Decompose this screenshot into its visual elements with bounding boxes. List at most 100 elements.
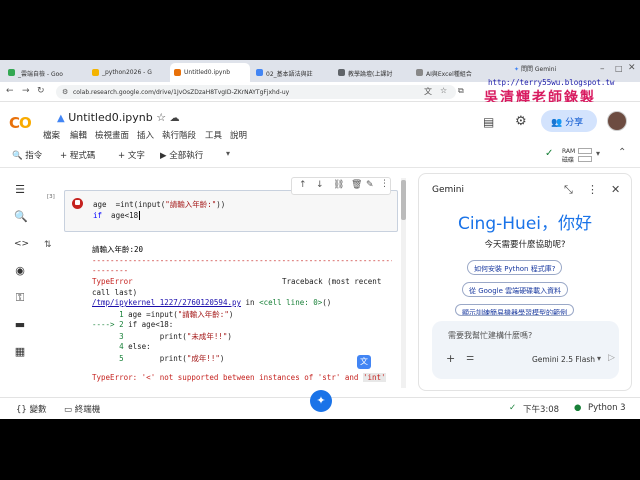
error-separator-cont: -------- [92,266,129,275]
move-down-icon[interactable]: ↓ [316,180,324,190]
kernel-dot-icon: ● [574,403,582,413]
line-number: 3 [92,332,124,341]
translate-icon[interactable]: 文 [424,86,432,97]
browser-tab[interactable]: 教學論壇(上課討 [334,63,410,82]
terminal-label: 終端機 [74,405,101,415]
avatar[interactable] [607,111,627,131]
runtime-label[interactable]: Python 3 [588,403,626,413]
menu-tools[interactable]: 工具 [205,129,222,141]
expand-icon[interactable]: ⤡ [564,183,573,197]
text-cursor [139,211,141,220]
send-icon[interactable]: ▷ [608,353,615,363]
add-code-cell-button[interactable]: + 程式碼 [60,149,95,161]
code-line-2[interactable]: if age<18 [93,211,141,220]
forward-icon[interactable]: → [22,86,30,96]
menu-edit[interactable]: 編輯 [70,129,87,141]
line-code: if age<18: [123,320,174,329]
gemini-input-placeholder: 需要我幫忙建構什麼嗎? [448,331,533,340]
traceback-location: /tmp/ipykernel_1227/2760120594.py in <ce… [92,298,331,307]
code-line-1[interactable]: age =int(input("請輸入年齡:")) [93,199,225,210]
extensions-icon[interactable]: ⧉ [458,86,464,96]
line-code: age =input( [123,310,178,319]
find-replace-icon[interactable]: 🔍 [14,211,28,223]
move-up-icon[interactable]: ↑ [299,180,307,190]
colab-logo[interactable]: CO [9,114,32,132]
line-number: 5 [92,354,124,363]
gemini-fab-button[interactable]: ✦ [310,390,332,412]
secrets-key-icon[interactable]: ⚿ [14,292,26,304]
browser-tab[interactable]: _雲端自檢 - Goo [4,63,86,82]
resource-monitor[interactable]: RAM 磁碟 [562,147,575,165]
collapse-toolbar-icon[interactable]: ⌃ [618,147,626,158]
link-icon[interactable]: ⛓ [333,180,344,190]
tools-sliders-icon[interactable]: ⚌ [466,353,474,363]
terminal-button[interactable]: ▭ 終端機 [64,403,100,415]
menu-help[interactable]: 說明 [230,129,247,141]
files-folder-icon[interactable]: ▬ [14,319,26,331]
address-bar[interactable]: ⚙ colab.research.google.com/drive/1JvOsZ… [56,85,456,99]
browser-tab[interactable]: AI與Excel種組合 [412,63,490,82]
traceback-label: Traceback (most recent [282,277,382,286]
close-panel-icon[interactable]: ✕ [611,183,620,196]
maximize-icon[interactable]: □ [615,64,623,73]
runtime-dropdown-icon[interactable]: ▾ [596,149,600,158]
run-all-label: 全部執行 [169,151,204,161]
browser-tab-active[interactable]: Untitled0.ipynb [170,63,250,82]
more-options-icon[interactable]: ⋮ [380,179,389,189]
table-of-contents-icon[interactable]: ☰ [14,184,26,196]
notebook-title[interactable]: ▲ Untitled0.ipynb ☆ ☁ [57,111,180,124]
ask-gemini-chip[interactable]: ✦ 問問 Gemini [514,64,556,73]
translate-popup-icon[interactable]: 文 [357,355,371,369]
suggestion-chip[interactable]: 顯示訓練簡易機器學習模型的範例 [455,304,574,316]
suggestion-chip[interactable]: 從 Google 雲端硬碟載入資料 [462,282,569,297]
commands-label: 指令 [25,151,43,161]
code-snippets-icon[interactable]: <> [14,238,29,250]
bookmark-star-icon[interactable]: ☆ [440,86,447,95]
final-error-text: TypeError: '<' not supported between ins… [92,373,363,382]
traceback-line: 5 print("成年!!") [92,353,224,364]
colab-icon [174,69,181,76]
back-icon[interactable]: ← [6,86,14,96]
add-plus-icon[interactable]: + [446,352,455,365]
browser-tab[interactable]: _python2026 - G [88,63,168,82]
suggestion-chip[interactable]: 如何安裝 Python 程式庫? [467,260,563,275]
line-number: ----> 2 [92,320,124,329]
run-cell-button[interactable] [72,198,83,209]
tab-label: 教學論壇(上課討 [348,71,393,78]
variables-eye-icon[interactable]: ◉ [14,265,26,277]
model-dropdown-icon[interactable]: ▾ [597,354,601,363]
edit-icon[interactable]: ✎ [366,180,374,190]
drive-icon [92,69,99,76]
screen: _雲端自檢 - Goo _python2026 - G Untitled0.ip… [0,60,640,419]
scrollbar-thumb[interactable] [401,180,406,220]
left-sidebar: ☰ 🔍 <> ◉ ⚿ ▬ ▦ [0,168,40,396]
star-icon[interactable]: ☆ [156,111,166,124]
reload-icon[interactable]: ↻ [37,86,45,96]
gemini-input-box[interactable]: 需要我幫忙建構什麼嗎? + ⚌ Gemini 2.5 Flash ▾ ▷ [432,321,619,379]
close-window-icon[interactable]: ✕ [628,63,636,73]
more-vert-icon[interactable]: ⋮ [587,183,598,196]
run-all-dropdown-icon[interactable]: ▾ [226,149,230,158]
data-table-icon[interactable]: ▦ [14,346,26,358]
settings-gear-icon[interactable]: ⚙ [515,114,527,129]
code-cell[interactable]: age =int(input("請輸入年齡:")) if age<18 [64,190,398,232]
browser-tab[interactable]: 02_基本語法與註 [252,63,332,82]
notebook-scrollbar[interactable] [401,178,406,388]
minimize-icon[interactable]: – [600,64,605,74]
delete-trash-icon[interactable]: 🗑 [351,180,362,190]
share-button[interactable]: 👥 分享 [541,110,597,132]
file-link[interactable]: /tmp/ipykernel_1227/2760120594.py [92,298,241,307]
comments-icon[interactable]: ▤ [483,115,494,129]
menu-runtime[interactable]: 執行階段 [162,129,196,141]
run-all-button[interactable]: ▶ 全部執行 [160,149,203,161]
command-palette-button[interactable]: 🔍 指令 [12,149,42,161]
add-text-cell-button[interactable]: + 文字 [118,149,145,161]
menu-view[interactable]: 檢視畫面 [95,129,129,141]
code-text: age =int(input( [93,200,166,209]
share-label: 分享 [565,118,584,128]
output-options-icon[interactable]: ⇅ [44,240,52,250]
menu-insert[interactable]: 插入 [137,129,154,141]
model-selector[interactable]: Gemini 2.5 Flash [532,355,595,364]
menu-file[interactable]: 檔案 [43,129,60,141]
variables-button[interactable]: {} 變數 [16,403,47,415]
